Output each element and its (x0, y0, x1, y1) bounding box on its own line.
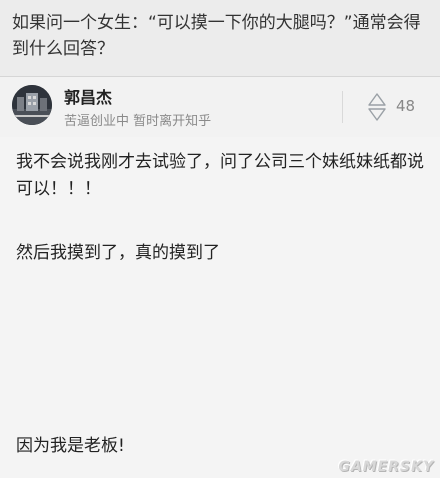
author-name[interactable]: 郭昌杰 (64, 84, 112, 108)
author-bar: 郭昌杰 苦逼创业中 暂时离开知乎 48 (0, 77, 440, 137)
avatar-image (12, 85, 52, 125)
author-bio: 苦逼创业中 暂时离开知乎 (64, 114, 212, 129)
watermark: GAMERSKY (338, 459, 434, 475)
answer-paragraph: 我不会说我刚才去试验了，问了公司三个妹纸妹纸都说可以！！！ (16, 152, 424, 199)
vote-arrows-icon (368, 93, 386, 121)
author-avatar[interactable] (12, 85, 52, 125)
vote-button[interactable]: 48 (362, 91, 432, 123)
answer-paragraph: 因为我是老板! (16, 436, 125, 456)
vote-separator (342, 91, 343, 123)
question-title[interactable]: 如果问一个女生：“可以摸一下你的大腿吗？”通常会得到什么回答？ (12, 10, 428, 62)
vote-count: 48 (396, 97, 416, 115)
answer-paragraph: 然后我摸到了，真的摸到了 (16, 243, 220, 263)
question-header: 如果问一个女生：“可以摸一下你的大腿吗？”通常会得到什么回答？ (0, 0, 440, 76)
answer-body: 我不会说我刚才去试验了，问了公司三个妹纸妹纸都说可以！！！ 然后我摸到了，真的摸… (0, 137, 440, 478)
